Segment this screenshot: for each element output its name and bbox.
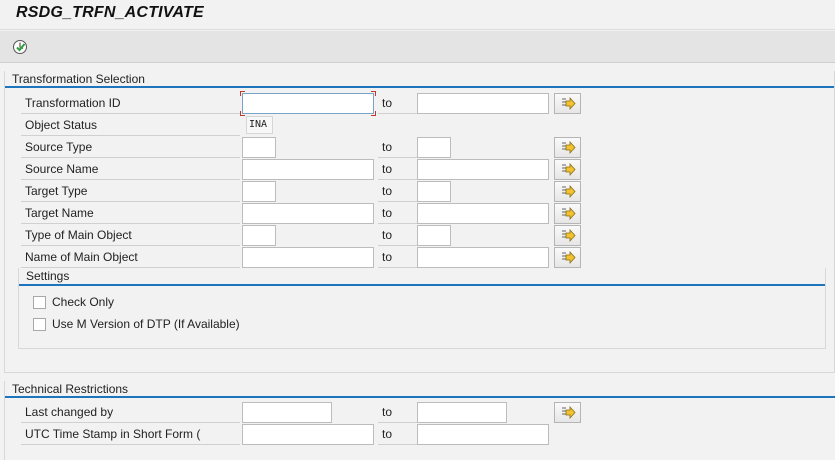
last-changed-by-high-input[interactable] [417, 402, 507, 423]
main-object-type-low-input[interactable] [242, 225, 276, 246]
row-source-type: Source Type to [21, 137, 835, 159]
multiple-selection-button[interactable] [554, 137, 581, 158]
source-name-low-input[interactable] [242, 159, 374, 180]
source-name-high-input[interactable] [417, 159, 549, 180]
multiple-selection-arrow-icon [561, 206, 576, 220]
transformation-id-low-input[interactable] [242, 93, 374, 114]
transformation-selection-group: Transformation Selection Transformation … [4, 71, 835, 373]
to-label: to [378, 225, 418, 246]
focus-marker [240, 91, 245, 96]
multiple-selection-button[interactable] [554, 402, 581, 423]
last-changed-by-low-input[interactable] [242, 402, 332, 423]
field-label: UTC Time Stamp in Short Form ( [21, 424, 240, 445]
field-label: Object Status [21, 115, 240, 136]
execute-button[interactable] [10, 37, 30, 57]
source-type-high-input[interactable] [417, 137, 451, 158]
group-title: Technical Restrictions [12, 382, 129, 396]
object-status-value: INA [246, 116, 273, 134]
field-label: Target Name [21, 203, 240, 224]
row-object-status: Object Status INA [21, 115, 835, 137]
multiple-selection-arrow-icon [561, 184, 576, 198]
settings-group: Settings Check Only Use M Version of DTP… [18, 268, 826, 349]
focus-marker [371, 91, 376, 96]
source-type-low-input[interactable] [242, 137, 276, 158]
row-target-name: Target Name to [21, 203, 835, 225]
row-name-of-main-object: Name of Main Object to [21, 247, 835, 269]
multiple-selection-arrow-icon [561, 250, 576, 264]
target-name-low-input[interactable] [242, 203, 374, 224]
to-label: to [378, 137, 418, 158]
multiple-selection-arrow-icon [561, 162, 576, 176]
main-object-type-high-input[interactable] [417, 225, 451, 246]
field-label: Transformation ID [21, 93, 240, 114]
field-label: Last changed by [21, 402, 240, 423]
row-last-changed-by: Last changed by to [21, 402, 835, 424]
to-label: to [378, 93, 418, 114]
checkbox-label: Check Only [52, 295, 115, 309]
row-transformation-id: Transformation ID to [21, 91, 835, 116]
to-label: to [378, 424, 418, 445]
execute-icon [13, 40, 27, 54]
main-object-name-low-input[interactable] [242, 247, 374, 268]
multiple-selection-arrow-icon [561, 405, 576, 419]
utc-timestamp-low-input[interactable] [242, 424, 374, 445]
multiple-selection-button[interactable] [554, 247, 581, 268]
utc-timestamp-high-input[interactable] [417, 424, 549, 445]
settings-title: Settings [26, 269, 70, 283]
field-label: Source Type [21, 137, 240, 158]
to-label: to [378, 402, 418, 423]
transformation-id-high-input[interactable] [417, 93, 549, 114]
field-label: Source Name [21, 159, 240, 180]
row-type-of-main-object: Type of Main Object to [21, 225, 835, 247]
multiple-selection-button[interactable] [554, 225, 581, 246]
field-label: Target Type [21, 181, 240, 202]
group-title: Transformation Selection [12, 72, 145, 86]
check-only-checkbox[interactable] [33, 295, 46, 309]
check-only-option[interactable]: Check Only [33, 294, 114, 310]
multiple-selection-button[interactable] [554, 181, 581, 202]
to-label: to [378, 247, 418, 268]
target-type-high-input[interactable] [417, 181, 451, 202]
page-title: RSDG_TRFN_ACTIVATE [16, 4, 204, 21]
target-name-high-input[interactable] [417, 203, 549, 224]
row-source-name: Source Name to [21, 159, 835, 181]
to-label: to [378, 203, 418, 224]
use-m-version-option[interactable]: Use M Version of DTP (If Available) [33, 316, 240, 332]
use-m-version-checkbox[interactable] [33, 317, 46, 331]
multiple-selection-button[interactable] [554, 159, 581, 180]
multiple-selection-button[interactable] [554, 203, 581, 224]
technical-restrictions-group: Technical Restrictions Last changed by t… [4, 381, 835, 460]
title-bar: RSDG_TRFN_ACTIVATE [0, 0, 835, 30]
main-object-name-high-input[interactable] [417, 247, 549, 268]
row-utc-timestamp: UTC Time Stamp in Short Form ( to [21, 424, 835, 446]
field-label: Name of Main Object [21, 247, 240, 268]
field-label: Type of Main Object [21, 225, 240, 246]
multiple-selection-arrow-icon [561, 96, 576, 110]
multiple-selection-arrow-icon [561, 140, 576, 154]
multiple-selection-arrow-icon [561, 228, 576, 242]
to-label: to [378, 181, 418, 202]
application-toolbar [0, 31, 835, 63]
row-target-type: Target Type to [21, 181, 835, 203]
multiple-selection-button[interactable] [554, 93, 581, 114]
checkbox-label: Use M Version of DTP (If Available) [52, 317, 240, 331]
target-type-low-input[interactable] [242, 181, 276, 202]
to-label: to [378, 159, 418, 180]
